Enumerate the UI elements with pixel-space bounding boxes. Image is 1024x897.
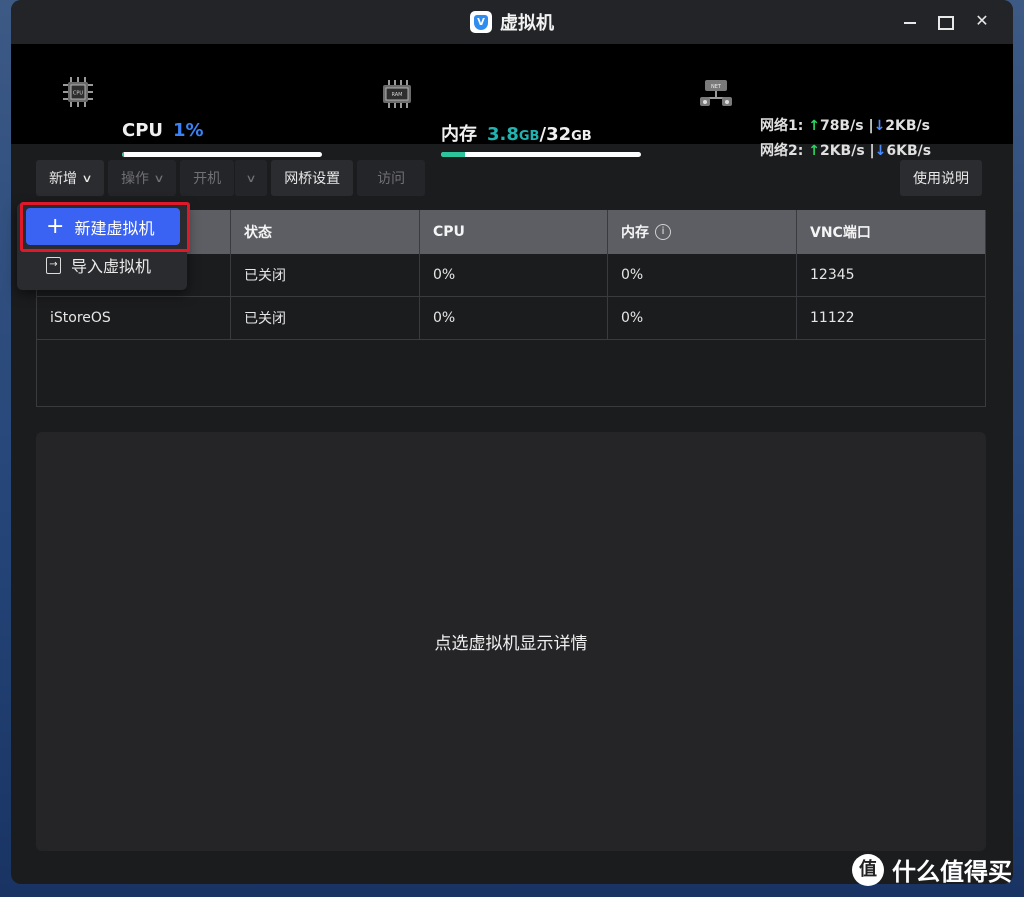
watermark-logo-icon: 值: [852, 853, 884, 886]
cell-status: 已关闭: [231, 254, 420, 296]
table-row[interactable]: iStoreOS 已关闭 0% 0% 11122: [37, 297, 985, 340]
memory-usage-fill: [441, 152, 465, 157]
chevron-down-icon: ∨: [153, 171, 165, 185]
cpu-usage-fill: [122, 152, 124, 157]
memory-label: 内存 3.8GB/32GB: [441, 124, 592, 145]
header-vnc-port[interactable]: VNC端口: [797, 210, 985, 254]
header-status[interactable]: 状态: [231, 210, 420, 254]
power-on-button[interactable]: 开机: [180, 160, 235, 196]
detail-placeholder: 点选虚拟机显示详情: [434, 634, 588, 654]
cell-cpu: 0%: [420, 297, 608, 339]
chevron-down-icon: ∨: [245, 171, 257, 185]
visit-button[interactable]: 访问: [357, 160, 426, 196]
memory-usage-bar: [441, 152, 641, 157]
ram-chip-icon: RAM: [383, 80, 411, 108]
toolbar: 新增 ∨ 操作 ∨ 开机 ∨ 网桥设置 访问: [36, 160, 429, 196]
app-logo-icon: V: [470, 11, 492, 33]
window-controls: ✕: [901, 10, 991, 32]
power-on-menu-button[interactable]: ∨: [234, 160, 268, 196]
cell-cpu: 0%: [420, 254, 608, 296]
header-cpu[interactable]: CPU: [420, 210, 608, 254]
cell-vnc: 12345: [810, 267, 855, 283]
header-memory[interactable]: 内存 i: [608, 210, 797, 254]
cpu-value: 1%: [173, 120, 204, 141]
maximize-icon[interactable]: [937, 10, 955, 32]
cpu-chip-icon: CPU: [63, 77, 93, 107]
help-button[interactable]: 使用说明: [900, 160, 982, 196]
chevron-down-icon: ∨: [81, 171, 93, 185]
memory-total: 32GB: [546, 124, 592, 145]
watermark-text: 什么值得买: [892, 858, 1012, 886]
svg-text:NET: NET: [711, 84, 722, 90]
detail-panel: 点选虚拟机显示详情: [36, 432, 986, 851]
title-bar: V 虚拟机 ✕: [11, 0, 1013, 44]
cell-status: 已关闭: [231, 297, 420, 339]
import-vm-menu-item[interactable]: → 导入虚拟机: [46, 252, 151, 278]
info-icon[interactable]: i: [655, 224, 671, 240]
cpu-usage-bar: [122, 152, 322, 157]
network2-stats: 网络2: ↑2KB/s |↓6KB/s: [760, 143, 932, 159]
network1-stats: 网络1: ↑78B/s |↓2KB/s: [760, 118, 931, 134]
highlight-annotation: [20, 202, 190, 252]
svg-text:CPU: CPU: [73, 91, 84, 97]
cell-name: iStoreOS: [37, 297, 231, 339]
import-icon: →: [46, 256, 61, 274]
cell-memory: 0%: [608, 297, 797, 339]
power-on-split-button: 开机 ∨: [180, 160, 268, 196]
network-icon: NET: [700, 80, 732, 106]
cpu-label: CPU 1%: [122, 120, 204, 141]
window-title: 虚拟机: [500, 13, 554, 34]
operate-dropdown-button[interactable]: 操作 ∨: [108, 160, 177, 196]
minimize-icon[interactable]: [901, 10, 919, 32]
resource-stats: CPU CPU 1% RAM 内存 3.8GB/32GB NET 网络1: ↑7…: [11, 44, 1013, 159]
bridge-settings-button[interactable]: 网桥设置: [271, 160, 354, 196]
memory-used: 3.8GB: [487, 124, 540, 145]
cell-memory: 0%: [608, 254, 797, 296]
watermark: 值 什么值得买: [852, 852, 1012, 887]
svg-text:RAM: RAM: [391, 92, 402, 98]
close-icon[interactable]: ✕: [973, 10, 991, 32]
cell-vnc: 11122: [810, 310, 855, 326]
add-dropdown-button[interactable]: 新增 ∨: [36, 160, 105, 196]
